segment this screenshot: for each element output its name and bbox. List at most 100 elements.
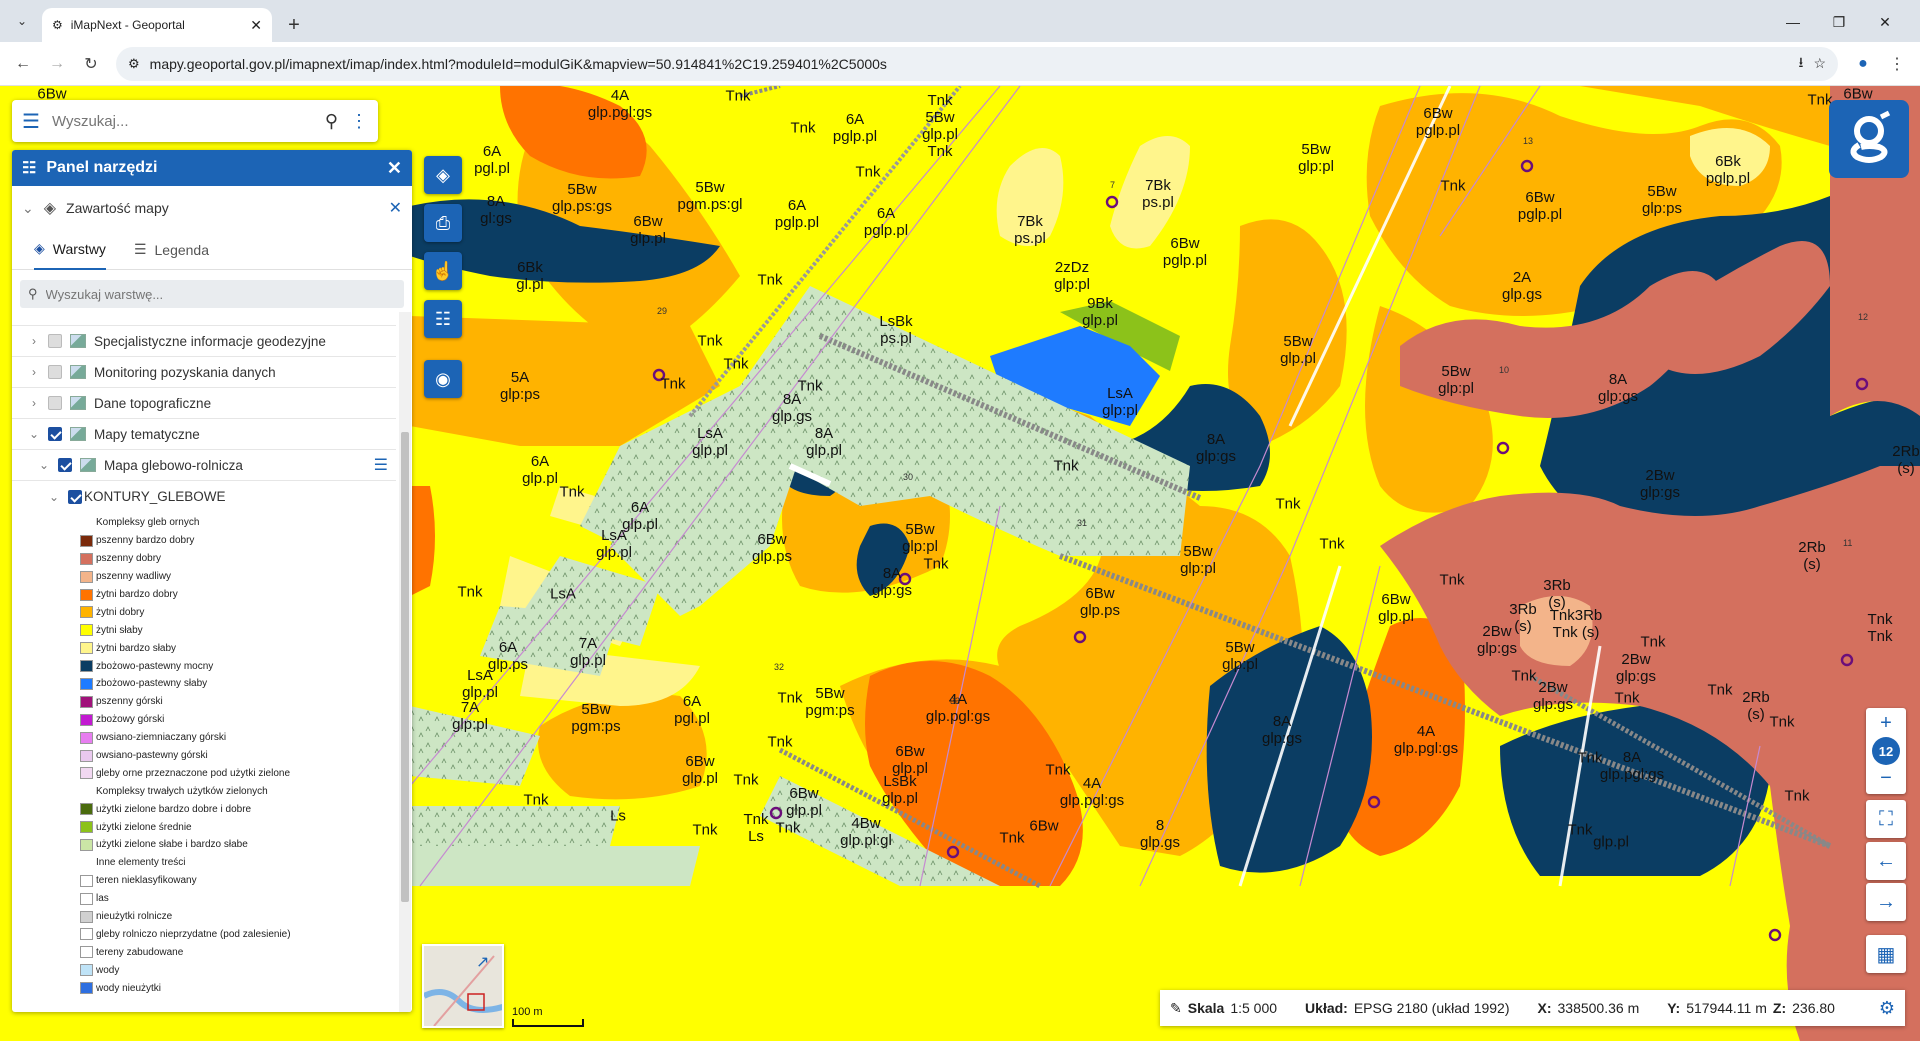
clipboard-icon: ☷ [434, 308, 452, 329]
layer-checkbox[interactable] [58, 458, 72, 472]
settings-gear-icon[interactable]: ⚙ [1879, 998, 1895, 1019]
geoportal-logo[interactable] [1829, 100, 1909, 178]
chevron-right-icon[interactable]: › [28, 365, 40, 379]
browser-tab[interactable]: ⚙ iMapNext - Geoportal ✕ [42, 8, 272, 42]
layer-type-icon [70, 334, 86, 348]
fullscreen-button[interactable]: ⛶ [1866, 800, 1906, 838]
profile-icon[interactable]: ● [1846, 47, 1880, 81]
layer-search-input[interactable] [45, 286, 396, 302]
legend-item: pszenny dobry [80, 550, 396, 568]
layer-type-icon [70, 427, 86, 441]
site-info-icon[interactable]: ⚙ [128, 56, 140, 72]
tab-layers[interactable]: ◈ Warstwy [34, 230, 106, 270]
legend-item: las [80, 890, 396, 908]
crs-label: Układ: [1305, 1000, 1348, 1016]
restore-icon[interactable]: ❐ [1816, 8, 1862, 36]
chevron-down-icon[interactable]: ⌄ [22, 200, 34, 217]
tab-close-icon[interactable]: ✕ [250, 17, 262, 34]
chevron-right-icon[interactable]: › [28, 334, 40, 348]
legend-swatch [80, 928, 93, 941]
hamburger-menu-icon[interactable]: ☰ [22, 109, 40, 134]
screenshot-button[interactable]: ◉ [424, 360, 462, 398]
point-number-label: 11 [1843, 538, 1853, 548]
layer-row-specjalistyczne[interactable]: › Specjalistyczne informacje geodezyjne [12, 326, 396, 357]
soil-contour-label: LsBk ps.pl [879, 313, 913, 347]
layer-tree-scrollbar[interactable] [399, 312, 411, 1012]
layer-row-monitoring[interactable]: › Monitoring pozyskania danych [12, 357, 396, 388]
soil-contour-label: 6A pglp.pl [832, 111, 878, 145]
close-panel-icon[interactable]: ✕ [387, 158, 402, 179]
layer-checkbox[interactable] [48, 334, 62, 348]
legend-group-header: Kompleksy gleb ornych [80, 514, 396, 532]
layer-checkbox[interactable] [48, 365, 62, 379]
layers-button[interactable]: ◈ [424, 156, 462, 194]
layer-row-dane-topograficzne[interactable]: › Dane topograficzne [12, 388, 396, 419]
new-tab-button[interactable]: + [280, 11, 308, 39]
soil-contour-label: Tnk Tnk [1867, 611, 1893, 645]
soil-contour-label: Tnk [725, 87, 751, 105]
scrollbar-thumb[interactable] [401, 432, 409, 902]
install-app-icon[interactable]: ⭳ [1799, 52, 1804, 76]
forward-button[interactable]: → [40, 47, 74, 81]
layer-type-icon [80, 458, 96, 472]
search-icon[interactable]: ⚲ [325, 111, 338, 132]
map-content-header[interactable]: ⌄ ◈ Zawartość mapy ✕ [12, 186, 412, 230]
address-bar[interactable]: ⚙ mapy.geoportal.gov.pl/imapnext/imap/in… [116, 46, 1838, 81]
z-coordinate: 236.80 [1792, 1000, 1835, 1016]
next-view-button[interactable]: → [1866, 883, 1906, 921]
legend-item: pszenny górski [80, 693, 396, 711]
soil-contour-label: Tnk [923, 555, 949, 573]
minimize-icon[interactable]: — [1770, 8, 1816, 36]
layer-row-mapa-glebowo-rolnicza[interactable]: ⌄ Mapa glebowo-rolnicza ☰ [12, 450, 396, 481]
list-icon: ☰ [133, 241, 147, 257]
layer-row-mapy-tematyczne[interactable]: ⌄ Mapy tematyczne [12, 419, 396, 450]
zoom-out-button[interactable]: − [1880, 767, 1892, 790]
search-input[interactable] [51, 112, 313, 130]
chevron-right-icon[interactable]: › [28, 396, 40, 410]
chevron-down-icon[interactable]: ⌄ [38, 458, 50, 472]
layer-menu-icon[interactable]: ☰ [374, 455, 388, 475]
previous-view-button[interactable]: ← [1866, 842, 1906, 880]
chevron-down-icon[interactable]: ⌄ [48, 490, 60, 504]
print-button[interactable]: ⎙ [424, 204, 462, 242]
soil-contour-label: Tnk [757, 271, 783, 289]
soil-contour-label: Tnk [1707, 681, 1733, 699]
layer-row-kontury-glebowe[interactable]: ⌄ KONTURY_GLEBOWE [12, 481, 396, 512]
more-options-icon[interactable]: ⋮ [350, 111, 368, 132]
map-layout-button[interactable]: ▦ [1866, 935, 1906, 973]
crs-value[interactable]: EPSG 2180 (układ 1992) [1354, 1000, 1510, 1016]
close-section-icon[interactable]: ✕ [389, 198, 402, 218]
legend-item: tereny zabudowane [80, 943, 396, 961]
tab-search-button[interactable]: ⌄ [8, 7, 36, 35]
soil-contour-label: Tnk [1275, 495, 1301, 513]
address-url[interactable]: mapy.geoportal.gov.pl/imapnext/imap/inde… [150, 56, 1789, 72]
overview-minimap[interactable]: ↗ [422, 944, 504, 1028]
clipboard-button[interactable]: ☷ [424, 300, 462, 338]
browser-menu-icon[interactable]: ⋮ [1880, 47, 1914, 81]
layer-checkbox[interactable] [68, 489, 82, 504]
chevron-down-icon[interactable]: ⌄ [28, 427, 40, 441]
reload-button[interactable]: ↻ [74, 47, 108, 81]
layer-label: Monitoring pozyskania danych [94, 364, 276, 380]
pencil-icon[interactable]: ✎ [1170, 1000, 1182, 1017]
soil-contour-label: 4Bw glp.pl:gl [840, 815, 892, 849]
bookmark-star-icon[interactable]: ☆ [1813, 55, 1826, 72]
soil-contour-label: Tnk [1577, 749, 1603, 767]
touch-tool-button[interactable]: ☝ [424, 252, 462, 290]
layers-icon: ◈ [436, 164, 450, 185]
soil-contour-label: 5Bw pgm.ps:gl [677, 179, 743, 213]
tab-legend[interactable]: ☰ Legenda [134, 230, 209, 270]
expand-minimap-icon[interactable]: ↗ [476, 952, 489, 972]
layer-checkbox[interactable] [48, 396, 62, 410]
soil-contour-label: 5Bw pgm:ps [805, 685, 855, 719]
soil-contour-label: Tnk [777, 689, 803, 707]
scale-value[interactable]: 1:5 000 [1230, 1000, 1277, 1016]
browser-tab-strip: ⌄ ⚙ iMapNext - Geoportal ✕ + — ❐ ✕ [0, 0, 1920, 42]
zoom-in-button[interactable]: + [1880, 712, 1892, 735]
close-window-icon[interactable]: ✕ [1862, 8, 1908, 36]
legend-label: gleby rolniczo nieprzydatne (pod zalesie… [96, 928, 291, 940]
layer-checkbox[interactable] [48, 427, 62, 441]
back-button[interactable]: ← [6, 47, 40, 81]
point-number-label: 29 [657, 306, 668, 316]
legend-label: tereny zabudowane [96, 946, 184, 958]
